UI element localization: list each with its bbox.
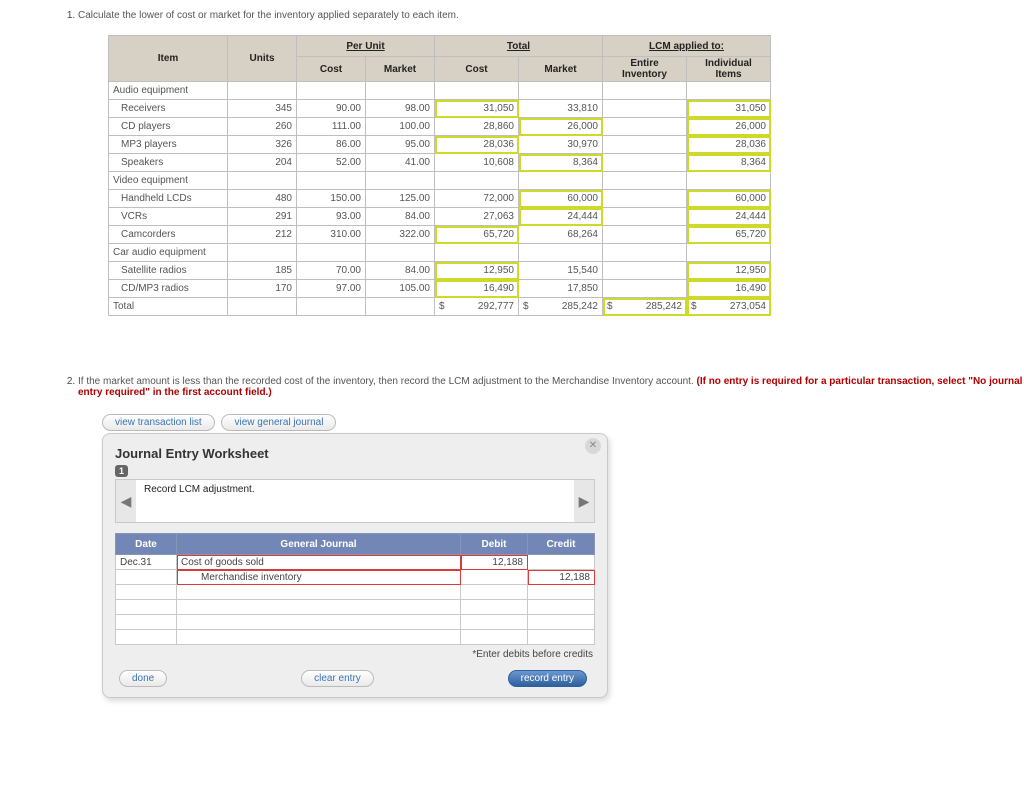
clear-entry-button[interactable]: clear entry: [301, 670, 374, 687]
record-description: Record LCM adjustment.: [136, 480, 574, 522]
hdr-units: Units: [228, 36, 297, 82]
gj-account[interactable]: Merchandise inventory: [177, 570, 461, 585]
hdr-lcm: LCM applied to:: [603, 36, 771, 57]
row-satellite: Satellite radios18570.0084.0012,95015,54…: [109, 262, 771, 280]
section-car: Car audio equipment: [109, 244, 771, 262]
gj-debit[interactable]: 12,188: [461, 555, 528, 570]
gj-row[interactable]: Merchandise inventory 12,188: [116, 570, 595, 585]
row-speakers: Speakers20452.0041.0010,6088,3648,364: [109, 154, 771, 172]
hdr-total: Total: [435, 36, 603, 57]
hdr-cost: Cost: [297, 57, 366, 82]
q2-prompt: If the market amount is less than the re…: [78, 376, 696, 387]
step-badge[interactable]: 1: [115, 465, 128, 477]
close-icon[interactable]: ✕: [585, 438, 601, 454]
section-video: Video equipment: [109, 172, 771, 190]
row-mp3: MP3 players32686.0095.0028,03630,97028,0…: [109, 136, 771, 154]
next-arrow-icon[interactable]: ▶: [574, 480, 594, 522]
gj-hdr-credit: Credit: [528, 534, 595, 555]
view-transaction-list-button[interactable]: view transaction list: [102, 414, 215, 431]
row-lcds: Handheld LCDs480150.00125.0072,00060,000…: [109, 190, 771, 208]
section-audio: Audio equipment: [109, 82, 771, 100]
record-entry-button[interactable]: record entry: [508, 670, 587, 687]
row-cdplayers: CD players260111.00100.0028,86026,00026,…: [109, 118, 771, 136]
hdr-entire: Entire Inventory: [603, 57, 687, 82]
gj-row[interactable]: [116, 615, 595, 630]
row-total: Total $292,777 $285,242 $285,242 $273,05…: [109, 298, 771, 316]
q1-prompt: Calculate the lower of cost or market fo…: [78, 10, 459, 21]
gj-row[interactable]: [116, 630, 595, 645]
row-cdmp3: CD/MP3 radios17097.00105.0016,49017,8501…: [109, 280, 771, 298]
gj-date[interactable]: Dec.31: [116, 555, 177, 570]
record-description-box: ◀ Record LCM adjustment. ▶: [115, 479, 595, 523]
gj-hdr-debit: Debit: [461, 534, 528, 555]
hdr-tmarket: Market: [519, 57, 603, 82]
hdr-perunit: Per Unit: [297, 36, 435, 57]
gj-account[interactable]: Cost of goods sold: [177, 555, 461, 570]
general-journal-table: Date General Journal Debit Credit Dec.31…: [115, 533, 595, 645]
gj-credit[interactable]: 12,188: [528, 570, 595, 585]
row-camcorders: Camcorders212310.00322.0065,72068,26465,…: [109, 226, 771, 244]
gj-date[interactable]: [116, 570, 177, 585]
gj-row[interactable]: Dec.31 Cost of goods sold 12,188: [116, 555, 595, 570]
panel-title: Journal Entry Worksheet: [115, 446, 595, 461]
gj-credit[interactable]: [528, 555, 595, 570]
gj-hdr-date: Date: [116, 534, 177, 555]
gj-hdr-gj: General Journal: [177, 534, 461, 555]
hdr-item: Item: [109, 36, 228, 82]
hdr-market: Market: [366, 57, 435, 82]
gj-row[interactable]: [116, 600, 595, 615]
debits-first-note: *Enter debits before credits: [115, 649, 593, 660]
prev-arrow-icon[interactable]: ◀: [116, 480, 136, 522]
row-vcrs: VCRs29193.0084.0027,06324,44424,444: [109, 208, 771, 226]
row-receivers: Receivers34590.0098.0031,05033,81031,050: [109, 100, 771, 118]
gj-debit[interactable]: [461, 570, 528, 585]
journal-entry-panel: ✕ Journal Entry Worksheet 1 ◀ Record LCM…: [102, 433, 608, 698]
done-button[interactable]: done: [119, 670, 167, 687]
gj-row[interactable]: [116, 585, 595, 600]
view-general-journal-button[interactable]: view general journal: [221, 414, 336, 431]
hdr-tcost: Cost: [435, 57, 519, 82]
inventory-table: Item Units Per Unit Total LCM applied to…: [108, 35, 771, 316]
hdr-indiv: Individual Items: [687, 57, 771, 82]
